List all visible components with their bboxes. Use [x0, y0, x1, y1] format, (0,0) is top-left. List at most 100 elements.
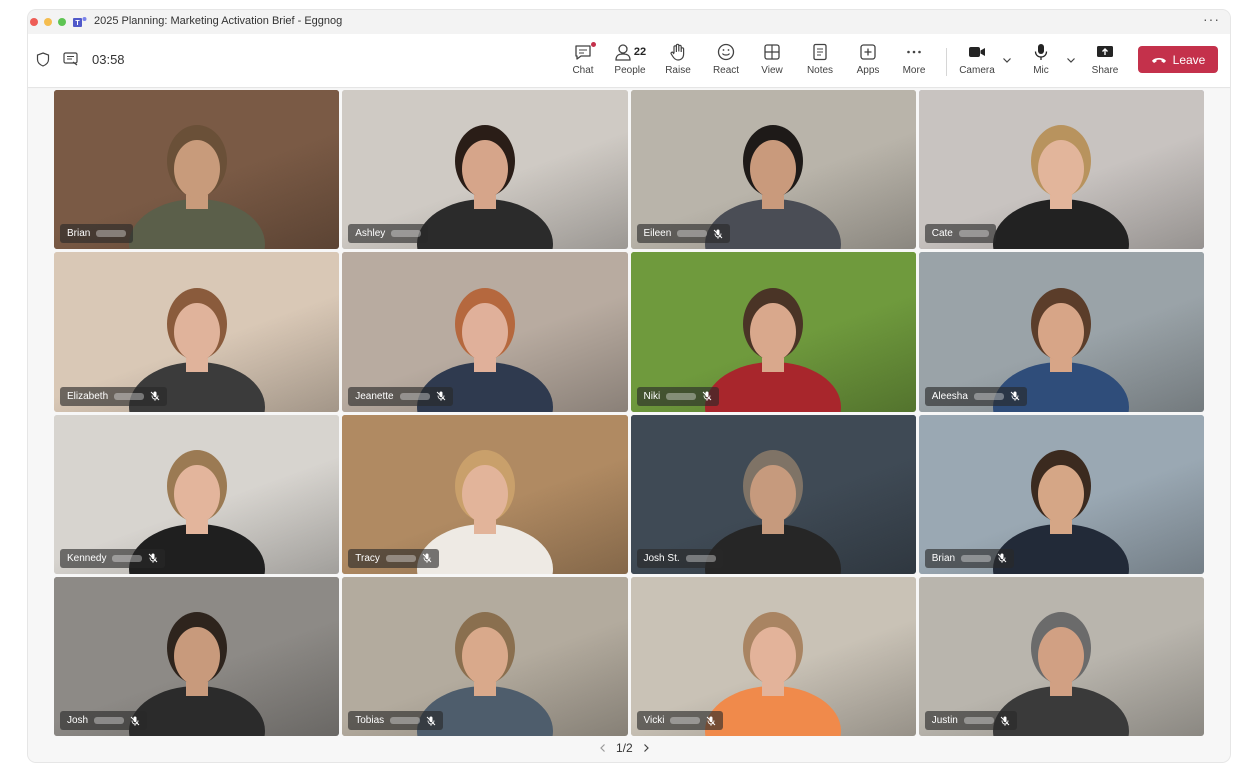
participant-tile[interactable]: Vicki: [630, 576, 916, 736]
view-label: View: [761, 65, 783, 76]
video-stage: Brian Ashley Eileen Cate Elizabeth Jeanette Ni…: [28, 89, 1230, 762]
participant-nameplate: Tracy: [348, 548, 439, 568]
people-count: 22: [633, 46, 647, 58]
hand-icon: [670, 43, 685, 61]
redacted-surname: [666, 392, 697, 400]
participant-tile[interactable]: Tracy: [342, 414, 628, 574]
camera-label: Camera: [959, 65, 995, 76]
redacted-surname: [973, 392, 1004, 400]
participant-tile[interactable]: Aleesha: [918, 252, 1204, 412]
participant-tile[interactable]: Josh: [54, 576, 340, 736]
mic-options-chevron-icon[interactable]: [1065, 54, 1077, 66]
mic-muted-icon: [702, 391, 712, 401]
participant-tile[interactable]: Tobias: [342, 576, 628, 736]
participant-tile[interactable]: Eileen: [630, 90, 916, 250]
raise-label: Raise: [665, 65, 691, 76]
participant-name: Cate: [931, 228, 953, 240]
participant-tile[interactable]: Jeanette: [342, 252, 628, 412]
minimize-window-button[interactable]: [44, 18, 52, 26]
participant-nameplate: Josh: [60, 711, 148, 730]
participant-name: Eileen: [643, 228, 672, 240]
participant-name: Brian: [67, 228, 91, 240]
participant-name: Brian: [931, 552, 956, 564]
notes-label: Notes: [806, 65, 834, 76]
apps-label: Apps: [856, 65, 880, 76]
participant-name: Ashley: [355, 228, 386, 240]
participant-nameplate: Justin: [924, 711, 1017, 730]
meeting-chat-details-icon[interactable]: [62, 50, 80, 68]
apps-button[interactable]: Apps: [853, 42, 883, 82]
window-controls: [30, 18, 66, 26]
add-app-icon: [860, 44, 876, 60]
participant-nameplate: Jeanette: [348, 386, 453, 406]
more-options-icon[interactable]: ···: [1203, 11, 1220, 27]
redacted-surname: [963, 717, 994, 724]
share-button[interactable]: Share: [1090, 42, 1120, 82]
mic-muted-icon: [713, 229, 723, 239]
teams-app-icon: T: [73, 17, 87, 27]
grid-view-icon: [764, 44, 780, 60]
participant-name: Tracy: [355, 552, 380, 564]
redacted-surname: [94, 717, 125, 724]
share-screen-icon: [1097, 46, 1113, 57]
participant-name: Niki: [643, 390, 661, 402]
zoom-window-button[interactable]: [58, 18, 66, 26]
people-icon: [615, 44, 631, 61]
chat-button[interactable]: Chat: [568, 42, 598, 82]
shield-icon[interactable]: [34, 50, 52, 68]
redacted-surname: [390, 717, 421, 724]
participant-nameplate: Tobias: [348, 711, 444, 730]
participant-tile[interactable]: Ashley: [342, 90, 628, 250]
camera-options-chevron-icon[interactable]: [1001, 54, 1013, 66]
mic-muted-icon: [1000, 716, 1010, 726]
participant-video: [128, 125, 265, 250]
participant-tile[interactable]: Justin: [918, 576, 1204, 736]
raise-hand-button[interactable]: Raise: [664, 42, 692, 82]
redacted-surname: [385, 554, 416, 562]
participant-tile[interactable]: Niki: [630, 252, 916, 412]
participant-tile[interactable]: Josh St.: [630, 414, 916, 574]
view-button[interactable]: View: [759, 42, 785, 82]
mic-muted-icon: [426, 716, 436, 726]
react-button[interactable]: React: [710, 42, 742, 82]
chat-label: Chat: [572, 65, 594, 76]
participant-name: Vicki: [643, 715, 665, 726]
meeting-toolbar: 03:58 Chat 22 People Raise React View No…: [28, 34, 1230, 88]
more-button[interactable]: More: [899, 42, 929, 82]
mic-muted-icon: [707, 716, 716, 726]
leave-label: Leave: [1172, 52, 1206, 67]
participant-tile[interactable]: Cate: [918, 90, 1204, 250]
participant-video: [993, 125, 1130, 250]
microphone-icon: [1034, 44, 1048, 60]
notes-button[interactable]: Notes: [805, 42, 835, 82]
close-window-button[interactable]: [30, 18, 38, 26]
participant-tile[interactable]: Kennedy: [54, 414, 340, 574]
redacted-surname: [96, 230, 127, 238]
participant-name: Tobias: [355, 715, 385, 726]
participant-tile[interactable]: Brian: [918, 414, 1204, 574]
redacted-surname: [677, 230, 708, 238]
redacted-surname: [391, 230, 422, 238]
participant-nameplate: Niki: [636, 386, 720, 406]
participant-nameplate: Brian: [60, 224, 134, 244]
react-label: React: [712, 65, 740, 76]
redacted-surname: [961, 554, 992, 562]
participant-tile[interactable]: Elizabeth: [54, 252, 340, 412]
participant-name: Kennedy: [67, 552, 107, 564]
leave-button[interactable]: Leave: [1138, 46, 1218, 73]
notes-icon: [813, 43, 827, 61]
mic-muted-icon: [150, 391, 160, 401]
next-page-chevron-icon[interactable]: [641, 743, 651, 753]
people-button[interactable]: 22 People: [611, 42, 649, 82]
participant-nameplate: Josh St.: [636, 548, 723, 568]
participant-name: Justin: [931, 715, 958, 726]
mic-button[interactable]: Mic: [1029, 42, 1053, 82]
participant-nameplate: Brian: [924, 548, 1015, 568]
more-label: More: [902, 65, 926, 76]
previous-page-chevron-icon[interactable]: [598, 743, 608, 753]
camera-button[interactable]: Camera: [956, 42, 998, 82]
participant-tile[interactable]: Brian: [54, 90, 340, 250]
mic-muted-icon: [422, 553, 432, 564]
camera-icon: [969, 47, 985, 57]
participant-video: [416, 125, 553, 250]
